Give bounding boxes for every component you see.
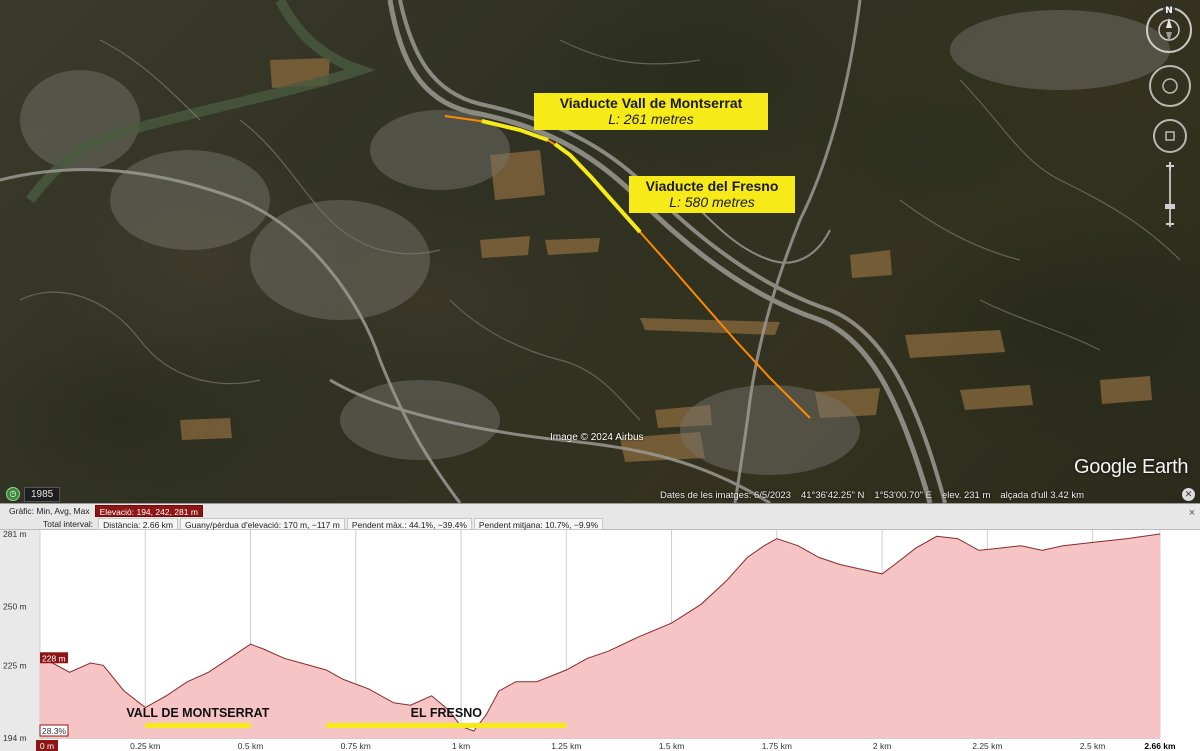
clock-icon[interactable]: ◷ (6, 487, 20, 501)
google-earth-window: Viaducte Vall de Montserrat L: 261 metre… (0, 0, 1200, 751)
annotation-bar (145, 723, 251, 728)
compass-icon[interactable]: N (1143, 4, 1195, 56)
grade-label: 28.3% (42, 726, 67, 736)
look-joystick-icon[interactable] (1149, 65, 1191, 107)
viaduct-fresno-label[interactable]: Viaducte del Fresno L: 580 metres (629, 176, 795, 213)
viaduct-vall-label[interactable]: Viaducte Vall de Montserrat L: 261 metre… (534, 93, 768, 130)
satellite-map-view[interactable]: Viaducte Vall de Montserrat L: 261 metre… (0, 0, 1200, 503)
x-tick-label: 2.66 km (1144, 741, 1176, 751)
eye-altitude: alçada d'ull 3.42 km (1000, 490, 1085, 501)
viaduct-vall-name: Viaducte Vall de Montserrat (559, 95, 743, 111)
x-tick-label: 0.75 km (341, 741, 371, 751)
start-elevation-label: 228 m (42, 653, 66, 663)
y-tick-label: 225 m (3, 660, 27, 670)
longitude: 1°53'00.70" E (874, 490, 932, 501)
y-axis-gutter (0, 530, 40, 751)
y-tick-label: 194 m (3, 733, 27, 743)
historical-year: 1985 (24, 486, 61, 502)
elevation-profile-header: Gràfic: Min, Avg, Max Elevació: 194, 242… (0, 504, 1200, 530)
elevation-readout: elev. 231 m (941, 490, 991, 501)
x-tick-label: 2.5 km (1080, 741, 1106, 751)
image-credit: Image © 2024 Airbus (550, 432, 644, 443)
terrain-overlay (0, 0, 1181, 503)
x-tick-label: 1 km (452, 741, 470, 751)
annotation-label: VALL DE MONTSERRAT (126, 706, 269, 720)
x-tick-label: 1.25 km (551, 741, 581, 751)
elevation-chart[interactable]: VALL DE MONTSERRAT EL FRESNO 281 m 250 m 22… (0, 530, 1200, 751)
annotation-bar (326, 723, 567, 728)
avg-slope-value: Pendent mitjana: 10.7%, −9.9% (473, 517, 604, 530)
google-earth-logo: Google Earth (1074, 456, 1189, 478)
x-tick-label: 0.25 km (130, 741, 160, 751)
status-bar: Dates de les imatges: 6/5/2023 41°36'42.… (660, 490, 1084, 502)
zoom-slider[interactable] (1165, 162, 1175, 227)
graph-mode-label: Gràfic: Min, Avg, Max (9, 505, 90, 516)
move-joystick-icon[interactable] (1153, 119, 1187, 153)
annotation-label: EL FRESNO (411, 706, 483, 720)
y-tick-label: 250 m (3, 602, 27, 612)
compass-north-letter: N (1165, 6, 1173, 16)
x-tick-label: 0.5 km (238, 741, 264, 751)
elevation-header-row-1: Gràfic: Min, Avg, Max Elevació: 194, 242… (0, 504, 203, 517)
distance-value: Distància: 2.66 km (98, 517, 179, 530)
viaduct-vall-length: L: 261 metres (608, 111, 694, 127)
elevation-close-icon[interactable]: × (1186, 507, 1198, 519)
gain-loss-value: Guany/pèrdua d'elevació: 170 m, −117 m (180, 517, 345, 530)
x-tick-label: 2 km (873, 741, 891, 751)
elevation-value[interactable]: Elevació: 194, 242, 281 m (94, 504, 203, 517)
elevation-header-row-2: Total interval: Distància: 2.66 km Guany… (0, 517, 604, 530)
latitude: 41°36'42.25" N (800, 490, 865, 501)
y-tick-label: 281 m (3, 530, 27, 539)
x-tick-label: 0 m (40, 741, 54, 751)
x-tick-label: 2.25 km (972, 741, 1002, 751)
total-interval-label: Total interval: (43, 518, 94, 529)
x-tick-label: 1.75 km (762, 741, 792, 751)
viaduct-fresno-name: Viaducte del Fresno (645, 178, 779, 194)
x-tick-label: 1.5 km (659, 741, 685, 751)
navigation-controls (1149, 65, 1191, 227)
imagery-date: Dates de les imatges: 6/5/2023 (660, 490, 791, 501)
elevation-profile-panel: Gràfic: Min, Avg, Max Elevació: 194, 242… (0, 503, 1200, 751)
status-close-icon[interactable]: ✕ (1182, 488, 1195, 501)
historical-imagery-control[interactable]: ◷ 1985 (6, 486, 61, 502)
max-slope-value: Pendent màx.: 44.1%, −39.4% (346, 517, 472, 530)
viaduct-fresno-length: L: 580 metres (669, 194, 755, 210)
